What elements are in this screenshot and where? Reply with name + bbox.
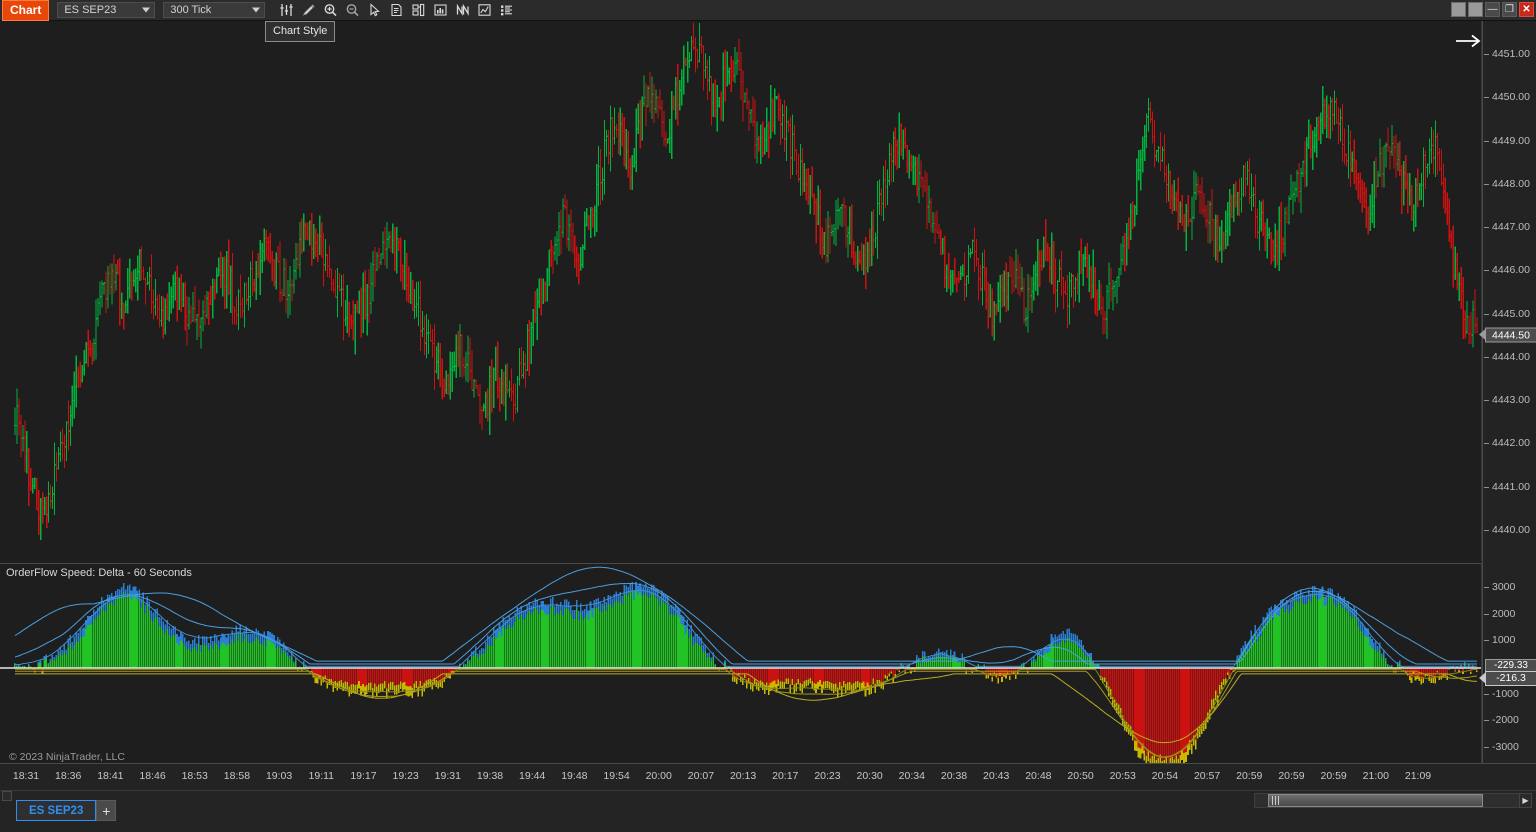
indicator-axis-tick: -3000 (1483, 741, 1536, 753)
price-axis-tick: 4441.00 (1483, 481, 1536, 493)
price-axis-tick: 4443.00 (1483, 394, 1536, 406)
workspace-tab-es-sep23[interactable]: ES SEP23 (16, 800, 96, 821)
price-axis-tick: 4451.00 (1483, 48, 1536, 60)
price-axis-tick: 4449.00 (1483, 135, 1536, 147)
time-axis-label: 19:38 (477, 770, 503, 782)
window-restore-2-button[interactable] (1468, 2, 1483, 17)
time-axis-label: 18:36 (55, 770, 81, 782)
time-axis-label: 18:58 (224, 770, 250, 782)
indicator-lower-value-marker: -216.3 (1485, 671, 1536, 686)
time-axis-label: 19:44 (519, 770, 545, 782)
price-axis-tick: 4448.00 (1483, 178, 1536, 190)
time-axis-label: 20:30 (856, 770, 882, 782)
horizontal-scrollbar-thumb[interactable] (1268, 794, 1483, 807)
window-close-button[interactable]: ✕ (1519, 2, 1534, 17)
time-axis-label: 20:59 (1278, 770, 1304, 782)
time-axis[interactable]: 18:31 18:36 18:41 18:46 18:53 18:58 19:03 19:11… (0, 763, 1536, 790)
orderflow-indicator-pane[interactable]: OrderFlow Speed: Delta - 60 Seconds (0, 563, 1482, 763)
price-axis-tick: 4447.00 (1483, 221, 1536, 233)
window-restore-1-button[interactable] (1451, 2, 1466, 17)
copyright-label: © 2023 NinjaTrader, LLC (9, 751, 125, 763)
time-axis-label: 18:46 (139, 770, 165, 782)
time-axis-label: 18:53 (182, 770, 208, 782)
zoom-in-icon[interactable] (320, 1, 341, 20)
chevron-down-icon (252, 8, 260, 13)
indicators-icon[interactable] (430, 1, 451, 20)
time-axis-label: 20:48 (1025, 770, 1051, 782)
workspace-tabstrip: ES SEP23 + (16, 800, 116, 821)
time-axis-label: 20:59 (1236, 770, 1262, 782)
scroll-right-button[interactable]: ▶ (1519, 793, 1532, 808)
time-axis-label: 20:38 (941, 770, 967, 782)
chart-style-tooltip: Chart Style (265, 21, 335, 42)
indicator-title: OrderFlow Speed: Delta - 60 Seconds (6, 567, 192, 579)
time-axis-label: 18:31 (13, 770, 39, 782)
time-axis-label: 20:17 (772, 770, 798, 782)
window-controls: — ❐ ✕ (1451, 2, 1534, 17)
chart-app-badge[interactable]: Chart (2, 0, 49, 21)
time-axis-label: 19:48 (561, 770, 587, 782)
panel-layout-icon[interactable] (408, 1, 429, 20)
scrollbar-grip-icon (1272, 796, 1280, 805)
price-chart-pane[interactable] (0, 21, 1482, 561)
time-axis-label: 21:09 (1405, 770, 1431, 782)
price-axis-tick: 4450.00 (1483, 91, 1536, 103)
time-axis-label: 20:34 (899, 770, 925, 782)
time-axis-label: 20:57 (1194, 770, 1220, 782)
time-axis-label: 20:43 (983, 770, 1009, 782)
time-axis-label: 20:13 (730, 770, 756, 782)
strategies-icon[interactable] (452, 1, 473, 20)
instrument-selector[interactable]: ES SEP23 (57, 2, 155, 18)
last-price-marker: 4444.50 (1485, 328, 1536, 343)
ninjatrader-chart-window: Chart ES SEP23 300 Tick (0, 0, 1536, 832)
indicator-axis-tick: 1000 (1483, 634, 1536, 646)
properties-list-icon[interactable] (496, 1, 517, 20)
chevron-down-icon (142, 8, 150, 13)
price-axis-tick: 4440.00 (1483, 524, 1536, 536)
time-axis-label: 19:54 (603, 770, 629, 782)
indicator-axis-tick: -1000 (1483, 688, 1536, 700)
instrument-selector-value: ES SEP23 (64, 4, 116, 16)
price-axis-tick: 4442.00 (1483, 437, 1536, 449)
interval-selector[interactable]: 300 Tick (163, 2, 265, 18)
time-axis-label: 20:59 (1320, 770, 1346, 782)
interval-selector-value: 300 Tick (170, 4, 211, 16)
data-series-icon[interactable] (386, 1, 407, 20)
chart-toolbar: Chart ES SEP23 300 Tick (0, 0, 1536, 21)
indicator-axis-tick: 3000 (1483, 581, 1536, 593)
orderflow-delta-svg (0, 564, 1482, 763)
time-axis-label: 20:00 (646, 770, 672, 782)
price-axis-tick: 4445.00 (1483, 308, 1536, 320)
price-bars-svg (0, 21, 1482, 561)
time-axis-label: 19:17 (350, 770, 376, 782)
time-axis-label: 19:31 (435, 770, 461, 782)
time-axis-label: 21:00 (1363, 770, 1389, 782)
indicator-axis-tick: -2000 (1483, 714, 1536, 726)
window-minimize-button[interactable]: — (1485, 2, 1500, 17)
corner-resize-handle[interactable] (2, 791, 12, 801)
time-axis-label: 20:23 (814, 770, 840, 782)
add-tab-button[interactable]: + (96, 800, 116, 821)
pointer-icon[interactable] (364, 1, 385, 20)
time-axis-label: 20:54 (1152, 770, 1178, 782)
indicator-axis-tick: 2000 (1483, 608, 1536, 620)
time-axis-label: 19:23 (392, 770, 418, 782)
time-axis-label: 20:50 (1067, 770, 1093, 782)
chart-style-icon[interactable] (276, 1, 297, 20)
zoom-out-icon[interactable] (342, 1, 363, 20)
time-axis-label: 19:11 (309, 770, 335, 782)
time-axis-label: 20:07 (688, 770, 714, 782)
time-axis-label: 18:41 (97, 770, 123, 782)
time-axis-label: 19:03 (266, 770, 292, 782)
price-axis[interactable]: 4451.00 4450.00 4449.00 4448.00 4447.00 4446.… (1482, 21, 1536, 563)
window-maximize-button[interactable]: ❐ (1502, 2, 1517, 17)
crosshair-arrow-icon (1455, 33, 1481, 54)
indicator-axis[interactable]: 300020001000-1000-2000-3000 -229.33 -216… (1482, 563, 1536, 763)
time-axis-label: 20:53 (1110, 770, 1136, 782)
price-axis-tick: 4446.00 (1483, 264, 1536, 276)
chart-trader-icon[interactable] (474, 1, 495, 20)
price-axis-tick: 4444.00 (1483, 351, 1536, 363)
drawing-tools-icon[interactable] (298, 1, 319, 20)
